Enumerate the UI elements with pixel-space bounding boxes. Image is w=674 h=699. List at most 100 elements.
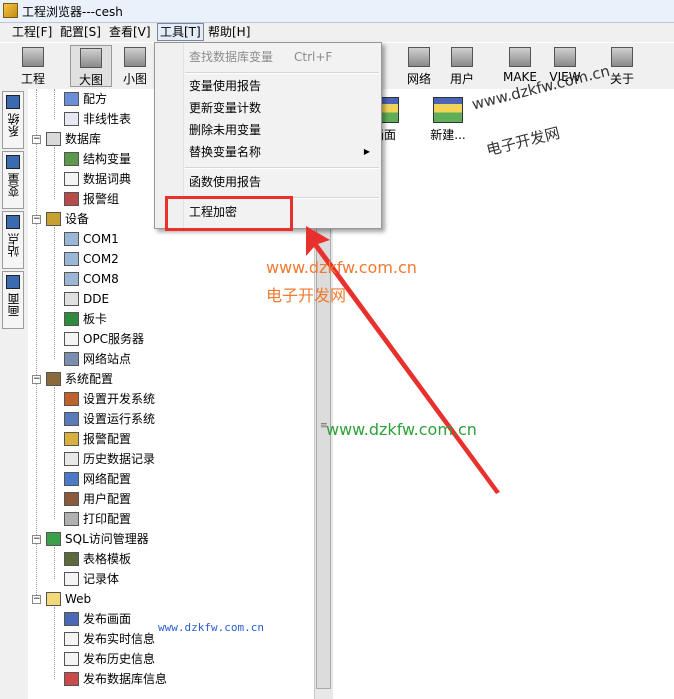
watermark-url-orange: www.dzkfw.com.cn: [266, 258, 417, 277]
network-site-icon: [64, 352, 79, 366]
tree-item-publish-history[interactable]: 发布历史信息: [64, 650, 155, 668]
watermark-url-blue: www.dzkfw.com.cn: [158, 621, 264, 634]
tree-item-print-config[interactable]: 打印配置: [64, 510, 131, 528]
tree-item-sql-manager[interactable]: SQL访问管理器: [46, 530, 149, 548]
card-icon: [64, 312, 79, 326]
user-config-icon: [64, 492, 79, 506]
recipe-icon: [64, 92, 79, 106]
struct-icon: [64, 152, 79, 166]
tab-pictures-label: 画面: [6, 293, 21, 317]
tab-stations-label: 站点: [6, 233, 21, 257]
tree-item-opc-server[interactable]: OPC服务器: [64, 330, 144, 348]
expand-sql-manager[interactable]: −: [32, 535, 41, 544]
doc-icon: [64, 652, 79, 666]
view-icon: [554, 47, 576, 67]
dde-icon: [64, 292, 79, 306]
menu-project[interactable]: 工程[F]: [10, 24, 54, 40]
tab-system[interactable]: 系统: [2, 91, 24, 149]
toolbar-project-button[interactable]: 工程: [12, 45, 54, 87]
menu-config[interactable]: 配置[S]: [58, 24, 103, 40]
expand-database[interactable]: −: [32, 135, 41, 144]
tree-item-system-config[interactable]: 系统配置: [46, 370, 113, 388]
tree-item-network-site[interactable]: 网络站点: [64, 350, 131, 368]
tab-variables[interactable]: 变量: [2, 151, 24, 209]
eraser-icon: [64, 672, 79, 686]
tree-item-publish-realtime[interactable]: 发布实时信息: [64, 630, 155, 648]
tree-item-com8[interactable]: COM8: [64, 270, 119, 288]
tab-pictures[interactable]: 画面: [2, 271, 24, 329]
tree-item-record-body[interactable]: 记录体: [64, 570, 119, 588]
tree-item-network-config[interactable]: 网络配置: [64, 470, 131, 488]
menu-view[interactable]: 查看[V]: [107, 24, 153, 40]
menu-item-update-count[interactable]: 更新变量计数: [156, 98, 380, 118]
tree-item-alarm-group[interactable]: 报警组: [64, 190, 119, 208]
port-icon: [64, 232, 79, 246]
dev-icon: [64, 392, 79, 406]
new-picture-label: 新建...: [430, 128, 466, 142]
tree-item-nonlinear-table[interactable]: 非线性表: [64, 110, 131, 128]
toolbar-large-label: 大图: [78, 73, 103, 87]
dictionary-icon: [64, 172, 79, 186]
tree-item-device[interactable]: 设备: [46, 210, 89, 228]
tree-item-database[interactable]: 数据库: [46, 130, 101, 148]
alarm-icon: [64, 432, 79, 446]
print-icon: [64, 512, 79, 526]
tree-item-dev-system[interactable]: 设置开发系统: [64, 390, 155, 408]
record-icon: [64, 572, 79, 586]
menu-item-function-report[interactable]: 函数使用报告: [156, 172, 380, 192]
toolbar-small-button[interactable]: 小图: [114, 45, 156, 87]
folder-icon: [46, 592, 61, 606]
menu-help[interactable]: 帮助[H]: [206, 24, 252, 40]
content-pane: 画面 新建...: [333, 89, 674, 699]
tree-item-dde[interactable]: DDE: [64, 290, 109, 308]
window-title: 工程浏览器---cesh: [22, 5, 123, 19]
menu-tools[interactable]: 工具[T]: [157, 23, 204, 41]
tree-item-com1[interactable]: COM1: [64, 230, 119, 248]
doc-icon: [64, 632, 79, 646]
watermark-url-green: www.dzkfw.com.cn: [326, 420, 477, 439]
port-icon: [64, 252, 79, 266]
tree-item-alarm-config[interactable]: 报警配置: [64, 430, 131, 448]
picture-icon: [6, 275, 20, 289]
expand-web[interactable]: −: [32, 595, 41, 604]
toolbar-network-label: 网络: [406, 72, 431, 86]
tree-item-run-system[interactable]: 设置运行系统: [64, 410, 155, 428]
tab-variables-label: 变量: [6, 173, 21, 197]
new-picture-item[interactable]: 新建...: [425, 97, 471, 143]
toolbar-small-label: 小图: [122, 72, 147, 86]
tree-item-publish-picture[interactable]: 发布画面: [64, 610, 131, 628]
tree-item-table-template[interactable]: 表格模板: [64, 550, 131, 568]
tree-item-web[interactable]: Web: [46, 590, 91, 608]
tree-item-com2[interactable]: COM2: [64, 250, 119, 268]
variable-icon: [6, 155, 20, 169]
device-icon: [46, 212, 61, 226]
side-tab-strip: 系统 变量 站点 画面: [0, 89, 29, 699]
network-icon: [408, 47, 430, 67]
tab-stations[interactable]: 站点: [2, 211, 24, 269]
menu-item-delete-unused[interactable]: 删除未用变量: [156, 120, 380, 140]
tree-item-recipe[interactable]: 配方: [64, 90, 107, 108]
tree-item-user-config[interactable]: 用户配置: [64, 490, 131, 508]
tree-item-data-dictionary[interactable]: 数据词典: [64, 170, 131, 188]
tree-item-struct-variables[interactable]: 结构变量: [64, 150, 131, 168]
toolbar-project-label: 工程: [20, 72, 45, 86]
publish-icon: [64, 612, 79, 626]
tree-item-publish-database[interactable]: 发布数据库信息: [64, 670, 167, 688]
menu-item-variable-report[interactable]: 变量使用报告: [156, 76, 380, 96]
toolbar-large-button[interactable]: 大图: [70, 45, 112, 87]
project-icon: [22, 47, 44, 67]
config-icon: [46, 372, 61, 386]
template-icon: [64, 552, 79, 566]
shortcut-label: Ctrl+F: [294, 50, 333, 64]
small-icon: [124, 47, 146, 67]
tree-item-history-record[interactable]: 历史数据记录: [64, 450, 155, 468]
tree-item-card[interactable]: 板卡: [64, 310, 107, 328]
toolbar-network-button[interactable]: 网络: [398, 45, 440, 87]
menu-item-replace-name[interactable]: 替换变量名称 ▶: [156, 142, 380, 162]
title-bar: 工程浏览器---cesh: [0, 0, 674, 23]
port-icon: [64, 272, 79, 286]
expand-system-config[interactable]: −: [32, 375, 41, 384]
expand-device[interactable]: −: [32, 215, 41, 224]
menu-item-find-db-variable[interactable]: 查找数据库变量 Ctrl+F: [156, 47, 380, 67]
toolbar-user-button[interactable]: 用户: [441, 45, 483, 87]
